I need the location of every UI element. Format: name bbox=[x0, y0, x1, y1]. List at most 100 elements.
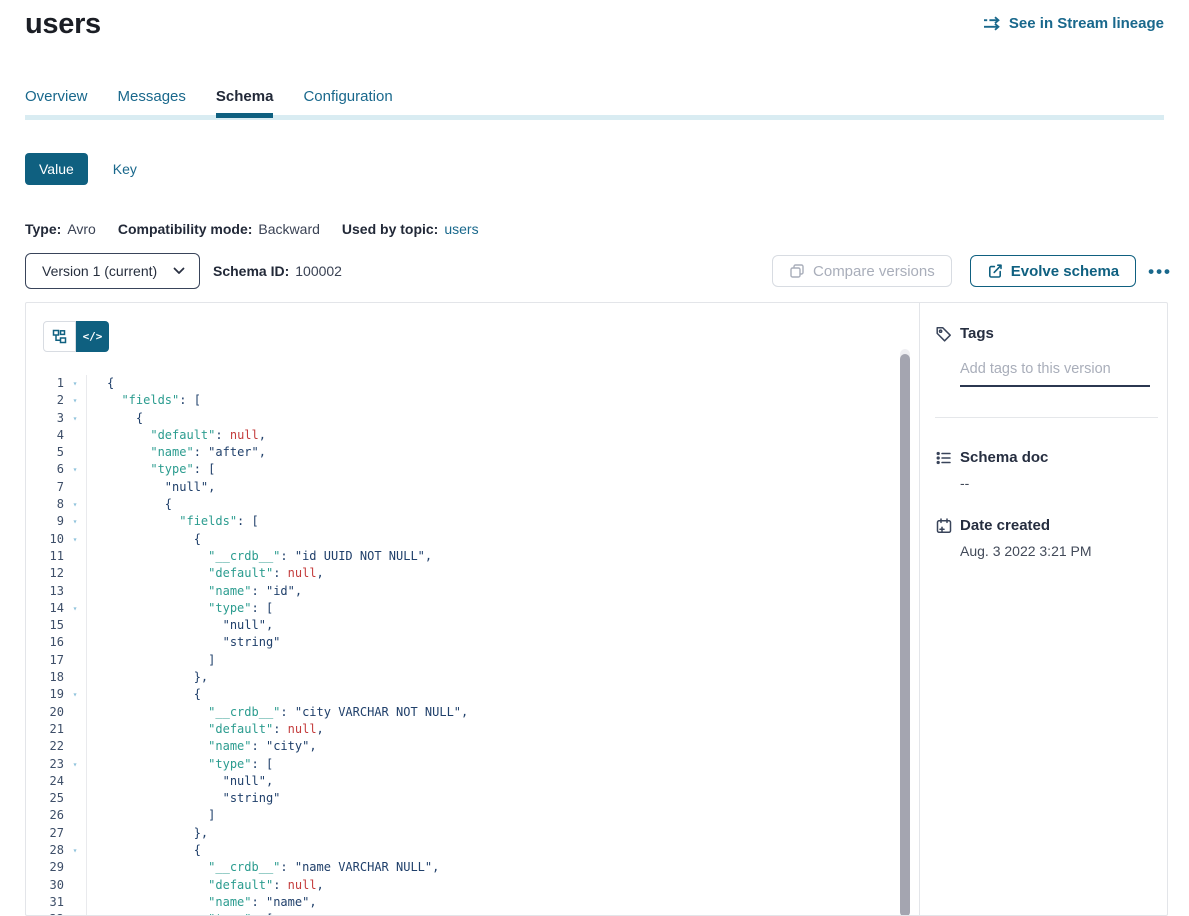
fold-spacer bbox=[64, 877, 86, 894]
line-number: 20 bbox=[26, 704, 64, 721]
fold-toggle-icon[interactable]: ▾ bbox=[64, 375, 86, 392]
type-value: Avro bbox=[67, 221, 96, 237]
code-text: "name": "id", bbox=[86, 583, 919, 600]
line-number: 11 bbox=[26, 548, 64, 565]
fold-toggle-icon[interactable]: ▾ bbox=[64, 600, 86, 617]
fold-toggle-icon[interactable]: ▾ bbox=[64, 756, 86, 773]
fold-toggle-icon[interactable]: ▾ bbox=[64, 392, 86, 409]
tab-configuration[interactable]: Configuration bbox=[303, 88, 392, 118]
code-scrollbar-thumb[interactable] bbox=[900, 354, 910, 915]
fold-spacer bbox=[64, 790, 86, 807]
code-text: ] bbox=[86, 652, 919, 669]
fold-spacer bbox=[64, 634, 86, 651]
code-text: "string" bbox=[86, 634, 919, 651]
evolve-schema-button[interactable]: Evolve schema bbox=[970, 255, 1136, 287]
tabs: Overview Messages Schema Configuration bbox=[25, 88, 393, 118]
code-text: "null", bbox=[86, 617, 919, 634]
tags-section-title: Tags bbox=[960, 325, 994, 342]
fold-toggle-icon[interactable]: ▾ bbox=[64, 686, 86, 703]
fold-spacer bbox=[64, 669, 86, 686]
code-line: 3▾ { bbox=[26, 410, 919, 427]
fold-spacer bbox=[64, 807, 86, 824]
code-scrollbar-track[interactable] bbox=[900, 349, 910, 915]
type-label: Type: bbox=[25, 221, 61, 237]
fold-spacer bbox=[64, 548, 86, 565]
fold-toggle-icon[interactable]: ▾ bbox=[64, 531, 86, 548]
tag-icon bbox=[935, 325, 953, 343]
fold-toggle-icon[interactable]: ▾ bbox=[64, 496, 86, 513]
line-number: 6 bbox=[26, 461, 64, 478]
code-line: 11 "__crdb__": "id UUID NOT NULL", bbox=[26, 548, 919, 565]
tab-overview[interactable]: Overview bbox=[25, 88, 88, 118]
schema-id: Schema ID: 100002 bbox=[213, 263, 342, 279]
fold-spacer bbox=[64, 704, 86, 721]
fold-spacer bbox=[64, 825, 86, 842]
fold-toggle-icon[interactable]: ▾ bbox=[64, 513, 86, 530]
line-number: 16 bbox=[26, 634, 64, 651]
fold-toggle-icon[interactable]: ▾ bbox=[64, 461, 86, 478]
code-text: "default": null, bbox=[86, 427, 919, 444]
code-line: 24 "null", bbox=[26, 773, 919, 790]
code-line: 20 "__crdb__": "city VARCHAR NOT NULL", bbox=[26, 704, 919, 721]
compatibility-mode-label: Compatibility mode: bbox=[118, 221, 253, 237]
code-line: 27 }, bbox=[26, 825, 919, 842]
code-text: "fields": [ bbox=[86, 513, 919, 530]
tree-view-button[interactable] bbox=[43, 321, 76, 352]
fold-toggle-icon[interactable]: ▾ bbox=[64, 842, 86, 859]
more-options-icon[interactable]: ••• bbox=[1148, 263, 1172, 280]
line-number: 1 bbox=[26, 375, 64, 392]
code-text: "type": [ bbox=[86, 911, 919, 915]
code-line: 15 "null", bbox=[26, 617, 919, 634]
version-toolbar: Version 1 (current) Schema ID: 100002 Co… bbox=[25, 253, 1172, 289]
tab-schema[interactable]: Schema bbox=[216, 88, 274, 118]
code-view-button[interactable]: </> bbox=[76, 321, 109, 352]
code-line: 4 "default": null, bbox=[26, 427, 919, 444]
used-by-topic-link[interactable]: users bbox=[444, 221, 478, 237]
schema-code-pane: </> 1▾{2▾ "fields": [3▾ {4 "default": nu… bbox=[26, 303, 919, 915]
fold-spacer bbox=[64, 617, 86, 634]
line-number: 8 bbox=[26, 496, 64, 513]
version-select[interactable]: Version 1 (current) bbox=[25, 253, 200, 289]
code-text: "name": "city", bbox=[86, 738, 919, 755]
line-number: 2 bbox=[26, 392, 64, 409]
code-line: 28▾ { bbox=[26, 842, 919, 859]
code-line: 14▾ "type": [ bbox=[26, 600, 919, 617]
schema-id-label: Schema ID: bbox=[213, 263, 289, 279]
line-number: 14 bbox=[26, 600, 64, 617]
fold-spacer bbox=[64, 444, 86, 461]
code-text: "type": [ bbox=[86, 756, 919, 773]
code-line: 30 "default": null, bbox=[26, 877, 919, 894]
page-title: users bbox=[25, 8, 101, 41]
line-number: 23 bbox=[26, 756, 64, 773]
line-number: 19 bbox=[26, 686, 64, 703]
code-text: "null", bbox=[86, 479, 919, 496]
fold-spacer bbox=[64, 583, 86, 600]
code-line: 12 "default": null, bbox=[26, 565, 919, 582]
code-text: "string" bbox=[86, 790, 919, 807]
code-text: "null", bbox=[86, 773, 919, 790]
code-text: { bbox=[86, 375, 919, 392]
code-text: { bbox=[86, 686, 919, 703]
line-number: 32 bbox=[26, 911, 64, 915]
line-number: 7 bbox=[26, 479, 64, 496]
code-line: 29 "__crdb__": "name VARCHAR NULL", bbox=[26, 859, 919, 876]
code-text: { bbox=[86, 842, 919, 859]
value-tab-button[interactable]: Value bbox=[25, 153, 88, 185]
code-line: 13 "name": "id", bbox=[26, 583, 919, 600]
schema-id-value: 100002 bbox=[295, 263, 342, 279]
code-line: 8▾ { bbox=[26, 496, 919, 513]
fold-spacer bbox=[64, 479, 86, 496]
code-text: "default": null, bbox=[86, 877, 919, 894]
line-number: 27 bbox=[26, 825, 64, 842]
line-number: 26 bbox=[26, 807, 64, 824]
compare-versions-button[interactable]: Compare versions bbox=[772, 255, 952, 287]
fold-spacer bbox=[64, 894, 86, 911]
see-in-stream-lineage-link[interactable]: See in Stream lineage bbox=[983, 15, 1164, 32]
add-tags-input[interactable] bbox=[960, 353, 1150, 387]
fold-toggle-icon[interactable]: ▾ bbox=[64, 410, 86, 427]
code-line: 22 "name": "city", bbox=[26, 738, 919, 755]
key-tab-link[interactable]: Key bbox=[113, 161, 137, 177]
tab-messages[interactable]: Messages bbox=[118, 88, 186, 118]
fold-toggle-icon[interactable]: ▾ bbox=[64, 911, 86, 915]
code-line: 2▾ "fields": [ bbox=[26, 392, 919, 409]
